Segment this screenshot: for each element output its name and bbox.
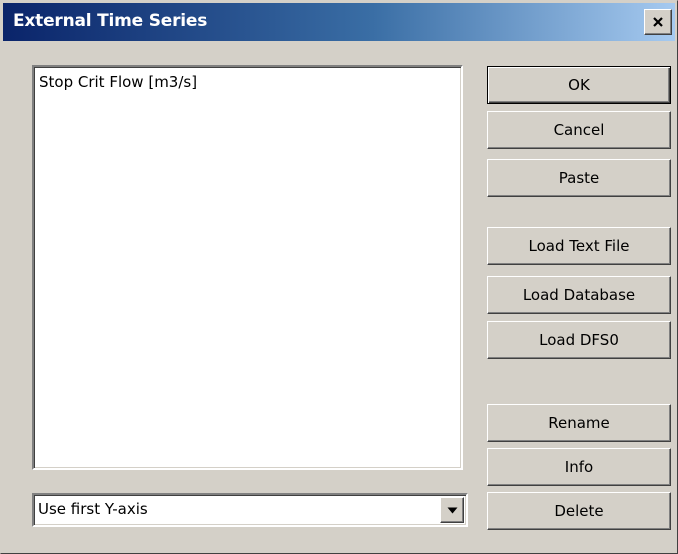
cancel-button[interactable]: Cancel [487, 111, 671, 149]
rename-button[interactable]: Rename [487, 404, 671, 442]
info-button[interactable]: Info [487, 448, 671, 486]
list-item[interactable]: Stop Crit Flow [m3/s] [39, 73, 197, 91]
timeseries-listbox[interactable]: Stop Crit Flow [m3/s] [32, 65, 463, 470]
close-button[interactable] [644, 9, 672, 35]
close-icon [653, 17, 663, 27]
chevron-down-icon [447, 507, 457, 513]
title-bar[interactable]: External Time Series [3, 3, 675, 41]
delete-button[interactable]: Delete [487, 492, 671, 530]
dropdown-arrow-button[interactable] [440, 497, 464, 523]
load-text-file-button[interactable]: Load Text File [487, 227, 671, 265]
load-database-button[interactable]: Load Database [487, 276, 671, 314]
paste-button[interactable]: Paste [487, 159, 671, 197]
load-dfs0-button[interactable]: Load DFS0 [487, 321, 671, 359]
y-axis-select[interactable]: Use first Y-axis [32, 493, 468, 527]
ok-button[interactable]: OK [487, 66, 671, 104]
y-axis-select-value: Use first Y-axis [38, 500, 148, 518]
dialog-window: External Time Series Stop Crit Flow [m3/… [0, 0, 678, 554]
window-title: External Time Series [13, 11, 208, 31]
